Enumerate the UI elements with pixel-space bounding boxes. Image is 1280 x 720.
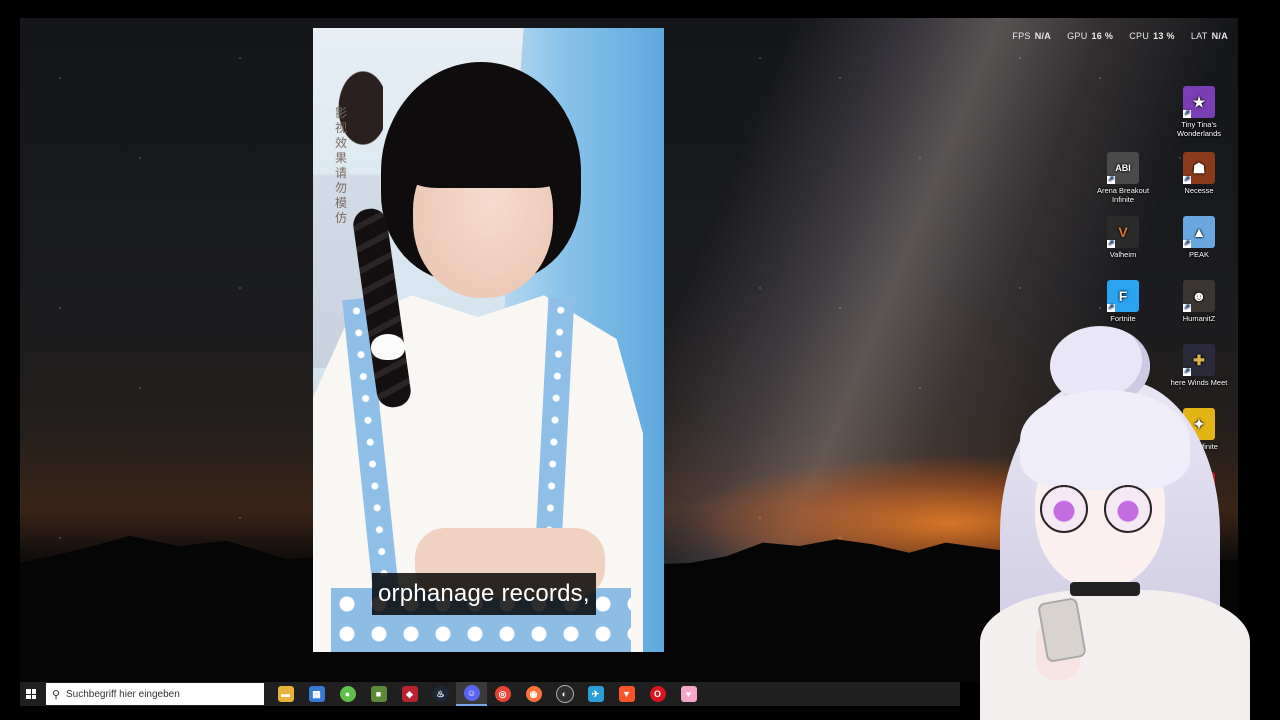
avatar-glasses-right [1104, 485, 1152, 533]
taskbar-app-steam[interactable]: ♨ [425, 682, 456, 706]
discord-icon: ☺ [463, 685, 480, 701]
humanitz-icon: ☻ ↗ [1183, 280, 1215, 312]
minecraft-icon: ■ [370, 686, 387, 702]
desktop-icon-valheim[interactable]: V ↗ Valheim [1088, 216, 1158, 259]
taskbar-app-android[interactable]: ● [332, 682, 363, 706]
avatar-glasses-left [1040, 485, 1088, 533]
search-placeholder: Suchbegriff hier eingeben [66, 688, 180, 700]
brave-icon: ▼ [618, 686, 635, 702]
taskbar-app-brave[interactable]: ▼ [611, 682, 642, 706]
chrome-icon: ◎ [494, 686, 511, 702]
start-button[interactable] [20, 682, 42, 706]
desktop-icon-label: Necesse [1184, 186, 1214, 195]
taskbar-app-obs[interactable]: ◐ [549, 682, 580, 706]
tiny-tinas-wonderlands-icon: ★ ↗ [1183, 86, 1215, 118]
video-watermark: 影视效果 请勿模仿 [335, 106, 348, 225]
avatar-choker [1070, 582, 1140, 596]
girl-bangs [405, 114, 567, 188]
perf-cpu: CPU 13 % [1129, 31, 1175, 41]
taskbar: ⚲ Suchbegriff hier eingeben ▬ ▦ ● ■ ◆ ♨ … [20, 682, 960, 706]
arena-breakout-infinite-icon: ABI ↗ [1107, 152, 1139, 184]
perf-gpu: GPU 16 % [1067, 31, 1114, 41]
windows-logo-icon [26, 689, 36, 699]
space-game-icon: ◆ [401, 686, 418, 702]
desktop-icon-arena-breakout-infinite[interactable]: ABI ↗ Arena Breakout Infinite [1088, 152, 1158, 204]
taskbar-app-pink-app[interactable]: ♥ [673, 682, 704, 706]
performance-overlay: FPS N/A GPU 16 % CPU 13 % LAT N/A [1012, 31, 1228, 41]
video-player[interactable]: 影视效果 请勿模仿 [313, 28, 664, 652]
taskbar-app-minecraft[interactable]: ■ [363, 682, 394, 706]
taskbar-search-box[interactable]: ⚲ Suchbegriff hier eingeben [46, 683, 264, 705]
perf-latency: LAT N/A [1190, 31, 1228, 41]
valheim-icon: V ↗ [1107, 216, 1139, 248]
peak-icon: ▲ ↗ [1183, 216, 1215, 248]
file-explorer-icon: ▬ [277, 686, 294, 702]
desktop-icon-label: Arena Breakout Infinite [1096, 186, 1150, 204]
desktop-icon-label: Tiny Tina's Wonderlands [1176, 120, 1222, 138]
desktop-icon-label: Valheim [1109, 250, 1137, 259]
taskbar-app-discord[interactable]: ☺ [456, 682, 487, 706]
vtuber-avatar [940, 320, 1260, 720]
desktop-icon-peak[interactable]: ▲ ↗ PEAK [1164, 216, 1234, 259]
video-subtitle: orphanage records, [372, 573, 596, 615]
taskbar-app-space-game[interactable]: ◆ [394, 682, 425, 706]
taskbar-app-store[interactable]: ▦ [301, 682, 332, 706]
taskbar-app-firefox[interactable]: ◉ [518, 682, 549, 706]
taskbar-app-file-explorer[interactable]: ▬ [270, 682, 301, 706]
taskbar-app-opera[interactable]: O [642, 682, 673, 706]
opera-icon: O [649, 686, 666, 702]
search-icon: ⚲ [51, 688, 61, 701]
avatar-body [980, 590, 1250, 720]
twitch-tool-icon: ✈ [587, 686, 604, 702]
desktop-icon-label: PEAK [1188, 250, 1209, 259]
necesse-icon: ☗ ↗ [1183, 152, 1215, 184]
taskbar-app-chrome[interactable]: ◎ [487, 682, 518, 706]
desktop-icon-fortnite[interactable]: F ↗ Fortnite [1088, 280, 1158, 323]
fortnite-icon: F ↗ [1107, 280, 1139, 312]
taskbar-pinned-apps: ▬ ▦ ● ■ ◆ ♨ ☺ ◎ ◉ ◐ ✈ ▼ O ♥ [270, 682, 704, 706]
perf-fps: FPS N/A [1012, 31, 1052, 41]
steam-icon: ♨ [432, 686, 449, 702]
desktop-icon-humanitz[interactable]: ☻ ↗ HumanitZ [1164, 280, 1234, 323]
firefox-icon: ◉ [525, 686, 542, 702]
store-icon: ▦ [308, 686, 325, 702]
android-app-icon: ● [339, 686, 356, 702]
hair-bow [371, 334, 405, 360]
taskbar-app-twitch-tool[interactable]: ✈ [580, 682, 611, 706]
desktop-icon-tiny-tinas-wonderlands[interactable]: ★ ↗ Tiny Tina's Wonderlands [1164, 86, 1234, 138]
avatar-bangs [1020, 390, 1190, 490]
pink-app-icon: ♥ [680, 686, 697, 702]
desktop-icon-necesse[interactable]: ☗ ↗ Necesse [1164, 152, 1234, 195]
obs-icon: ◐ [555, 685, 574, 703]
